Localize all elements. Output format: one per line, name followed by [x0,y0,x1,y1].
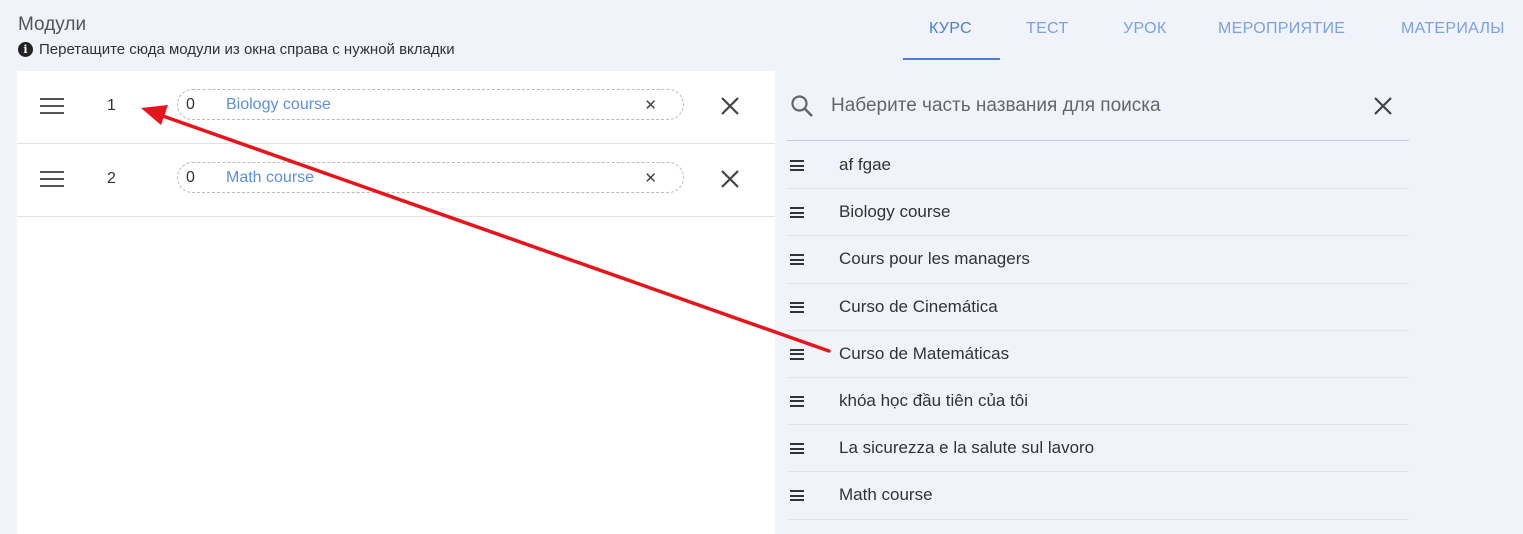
hint-text: i Перетащите сюда модули из окна справа … [18,41,455,58]
clear-search-icon[interactable] [1371,94,1395,118]
list-item[interactable]: Biology course [787,189,1409,237]
tab-lesson[interactable]: УРОК [1123,20,1166,38]
hint-label: Перетащите сюда модули из окна справа с … [39,41,455,58]
drag-handle-icon[interactable] [790,395,804,407]
module-row: 1 0 Biology course ✕ [17,71,775,144]
drag-handle-icon[interactable] [790,207,804,219]
course-label: Biology course [839,202,951,222]
course-label: Curso de Cinemática [839,296,998,316]
remove-module-icon[interactable] [717,93,743,119]
tab-course[interactable]: КУРС [929,20,972,38]
drag-handle-icon[interactable] [40,98,64,116]
course-list: af fgae Biology course Cours pour les ma… [787,142,1409,520]
tab-event[interactable]: МЕРОПРИЯТИЕ [1218,20,1345,38]
tab-materials[interactable]: МАТЕРИАЛЫ [1401,20,1505,38]
active-tab-indicator [903,58,1000,60]
module-chip-label[interactable]: Biology course [226,96,331,114]
course-label: af fgae [839,155,891,174]
course-label: Cours pour les managers [839,249,1030,269]
page-title: Модули [18,14,87,35]
module-number: 2 [107,170,116,187]
list-item[interactable]: Cours pour les managers [787,236,1409,284]
course-label: khóa học đầu tiên của tôi [839,390,1029,410]
drag-handle-icon[interactable] [790,160,804,171]
drag-handle-icon[interactable] [40,171,64,189]
module-chip-prefix: 0 [186,169,195,186]
module-chip-prefix: 0 [186,96,195,113]
module-chip: 0 Math course ✕ [177,162,684,193]
module-chip: 0 Biology course ✕ [177,89,684,120]
module-chip-label[interactable]: Math course [226,169,314,187]
drag-handle-icon[interactable] [790,490,804,502]
module-number: 1 [107,97,116,114]
list-item[interactable]: Curso de Cinemática [787,284,1409,331]
list-item[interactable]: af fgae [787,142,1409,190]
list-item[interactable]: khóa học đầu tiên của tôi [787,378,1409,426]
modules-drop-zone[interactable]: 1 0 Biology course ✕ 2 0 Math course ✕ [17,71,775,534]
drag-handle-icon[interactable] [790,254,804,266]
list-item[interactable]: Math course [787,472,1409,520]
drag-handle-icon[interactable] [790,443,804,455]
search-input[interactable] [831,92,1351,120]
course-label: Curso de Matemáticas [839,343,1010,363]
tab-test[interactable]: ТЕСТ [1026,20,1068,38]
chip-close-icon[interactable]: ✕ [644,169,657,187]
info-icon: i [18,42,33,57]
list-item[interactable]: Curso de Matemáticas [787,331,1409,378]
list-item[interactable]: La sicurezza e la salute sul lavoro [787,425,1409,473]
search-icon [791,95,813,117]
module-row: 2 0 Math course ✕ [17,144,775,217]
course-label: Math course [839,485,933,505]
chip-close-icon[interactable]: ✕ [644,96,657,114]
course-label: La sicurezza e la salute sul lavoro [839,438,1095,458]
drag-handle-icon[interactable] [790,301,804,313]
drag-handle-icon[interactable] [790,348,804,360]
modules-page: Модули i Перетащите сюда модули из окна … [0,0,1523,534]
remove-module-icon[interactable] [717,166,743,192]
search-bar [787,82,1409,141]
